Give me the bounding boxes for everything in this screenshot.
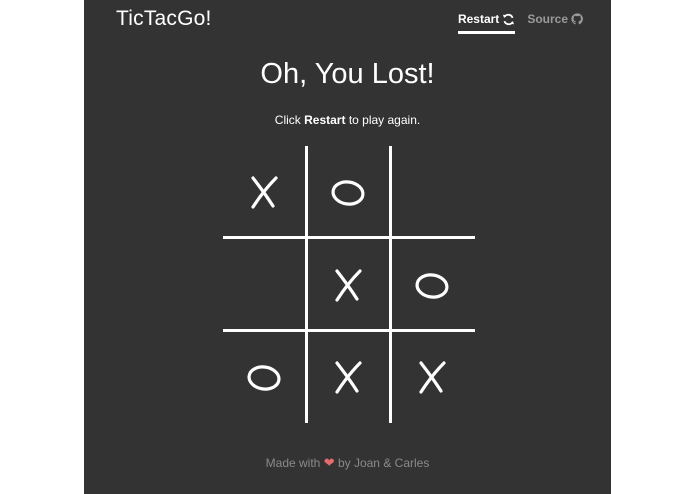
subtitle: Click Restart to play again.	[84, 113, 611, 127]
footer: Made with ❤ by Joan & Carles	[84, 455, 611, 471]
restart-label: Restart	[457, 12, 500, 26]
app-container: TicTacGo! Restart Source Oh, You Lost! C…	[84, 0, 611, 494]
footer-authors: by Joan & Carles	[337, 456, 430, 470]
source-link[interactable]: Source	[527, 12, 583, 34]
game-board: XOXOOXX	[223, 146, 475, 423]
grid-line-horizontal-1	[223, 236, 475, 239]
board-cell-4[interactable]	[224, 242, 304, 328]
board-cell-1[interactable]: X	[224, 149, 304, 235]
grid-line-horizontal-2	[223, 329, 475, 332]
board-cell-5[interactable]: X	[308, 242, 388, 328]
restart-button[interactable]: Restart	[457, 12, 516, 34]
subtitle-prefix: Click	[274, 113, 305, 127]
result-title: Oh, You Lost!	[260, 58, 435, 90]
x-mark-icon	[335, 269, 362, 302]
board-cell-9[interactable]: X	[392, 334, 472, 420]
o-mark-icon	[415, 273, 449, 299]
board-cell-8[interactable]: X	[308, 334, 388, 420]
subtitle-suffix: to play again.	[345, 113, 421, 127]
o-mark-icon	[247, 365, 281, 391]
x-mark-icon	[251, 176, 278, 209]
heart-icon: ❤	[323, 455, 335, 470]
x-mark-icon	[419, 361, 446, 394]
source-label: Source	[527, 12, 568, 26]
o-mark-icon	[331, 180, 365, 206]
header: TicTacGo! Restart Source	[84, 0, 611, 40]
github-icon	[571, 13, 583, 25]
board-cell-2[interactable]: O	[308, 149, 388, 235]
subtitle-restart-word: Restart	[304, 113, 346, 127]
board-cell-3[interactable]	[392, 149, 472, 235]
board-cell-7[interactable]: O	[224, 334, 304, 420]
footer-made-with: Made with	[265, 456, 321, 470]
brand-title[interactable]: TicTacGo!	[116, 7, 212, 31]
nav: Restart Source	[457, 12, 583, 34]
x-mark-icon	[335, 361, 362, 394]
refresh-icon	[502, 13, 515, 26]
board-cell-6[interactable]: O	[392, 242, 472, 328]
